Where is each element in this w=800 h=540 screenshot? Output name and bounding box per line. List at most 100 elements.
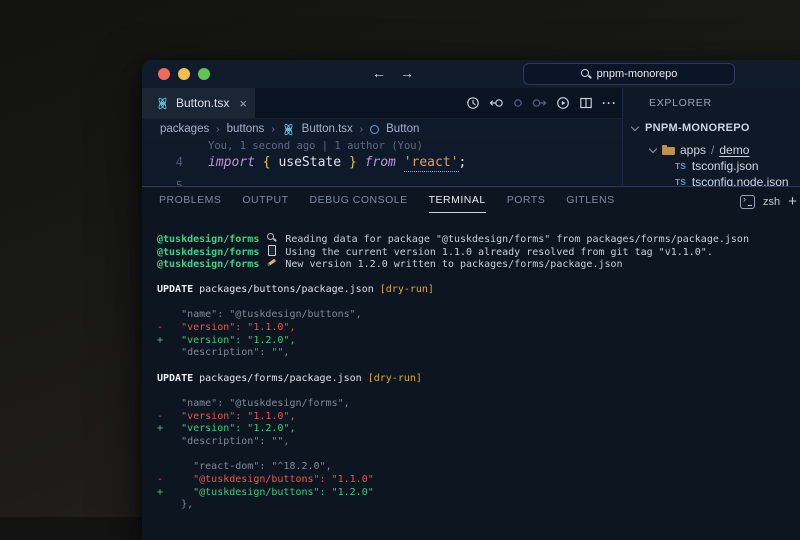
shell-label: zsh (763, 196, 780, 208)
symbol-class-icon (370, 125, 379, 134)
titlebar[interactable]: ← → pnpm-monorepo (142, 60, 800, 88)
panel-tab-terminal[interactable]: TERMINAL (429, 187, 486, 213)
text-segment: "react-dom": "^18.2.0", (157, 461, 332, 472)
breadcrumb-item-packages[interactable]: packages (160, 123, 209, 135)
traffic-lights (158, 68, 210, 80)
text-segment: @tuskdesign/forms (157, 247, 265, 258)
terminal-line (157, 385, 800, 398)
text-segment: { (263, 155, 271, 170)
terminal-line: + "version": "1.2.0", (157, 423, 800, 436)
text-segment: New version 1.2.0 written to packages/fo… (279, 259, 622, 270)
close-window-button[interactable] (158, 68, 170, 80)
forward-icon[interactable]: → (400, 65, 414, 81)
terminal-line: }, (157, 499, 800, 512)
terminal-line: - "version": "1.1.0", (157, 322, 800, 335)
terminal-line: @tuskdesign/forms New version 1.2.0 writ… (157, 258, 800, 271)
text-segment: from (365, 155, 396, 170)
text-segment: "name": "@tuskdesign/buttons", (157, 309, 362, 320)
run-circle-icon[interactable] (556, 96, 570, 110)
breadcrumb[interactable]: packages › buttons › Button.tsx › Button (142, 118, 622, 139)
terminal-line: "react-dom": "^18.2.0", (157, 461, 800, 474)
search-icon (581, 69, 591, 79)
editor-tab-bar: Button.tsx × ··· (142, 88, 622, 118)
close-tab-icon[interactable]: × (239, 96, 247, 111)
text-segment: ; (459, 155, 467, 170)
text-segment: "description": "", (157, 436, 289, 447)
text-segment: }, (157, 499, 193, 510)
text-segment: } (349, 155, 357, 170)
timeline-history-icon[interactable] (466, 96, 480, 110)
bottom-panel: PROBLEMS OUTPUT DEBUG CONSOLE TERMINAL PORTS… (142, 186, 800, 540)
code-line: 4 import { useState } from 'react'; (142, 152, 622, 172)
terminal-controls: zsh + (740, 193, 797, 210)
breadcrumb-item-button[interactable]: Button (386, 123, 419, 135)
explorer-title: EXPLORER (649, 97, 712, 109)
react-icon (282, 123, 295, 136)
panel-tab-gitlens[interactable]: GITLENS (566, 187, 614, 213)
tab-button-tsx[interactable]: Button.tsx × (142, 88, 256, 118)
text-segment: [dry-run] (368, 373, 422, 384)
text-segment: "name": "@tuskdesign/forms", (157, 398, 350, 409)
panel-tab-ports[interactable]: PORTS (507, 187, 545, 213)
pencil-icon (266, 258, 278, 268)
terminal-line (157, 296, 800, 309)
breadcrumb-separator: › (216, 124, 219, 135)
text-segment: import (208, 155, 255, 170)
react-icon (156, 97, 169, 110)
chevron-down-icon (631, 124, 639, 132)
explorer-file-tsconfig-json[interactable]: TS tsconfig.json (675, 158, 800, 174)
nav-forward-circle-icon[interactable] (532, 96, 547, 110)
text-segment: - "@tuskdesign/buttons": "1.1.0" (157, 474, 374, 485)
terminal-line (157, 449, 800, 462)
terminal-line: "description": "", (157, 347, 800, 360)
panel-tab-debug-console[interactable]: DEBUG CONSOLE (310, 187, 408, 213)
new-terminal-button[interactable]: + (788, 193, 797, 210)
text-segment (357, 155, 365, 170)
search-text: pnpm-monorepo (597, 68, 678, 80)
text-segment: - "version": "1.1.0", (157, 411, 295, 422)
typescript-file-icon: TS (675, 161, 686, 171)
panel-tab-bar: PROBLEMS OUTPUT DEBUG CONSOLE TERMINAL PORTS… (142, 187, 800, 213)
split-editor-icon[interactable] (579, 96, 593, 110)
nav-circle-icon[interactable] (513, 96, 523, 110)
breadcrumb-separator: › (271, 124, 274, 135)
panel-tab-problems[interactable]: PROBLEMS (159, 187, 221, 213)
terminal-line (157, 271, 800, 284)
breadcrumb-separator: › (360, 124, 363, 135)
command-center-search[interactable]: pnpm-monorepo (523, 63, 735, 85)
terminal-line: - "version": "1.1.0", (157, 411, 800, 424)
chevron-down-icon (649, 146, 657, 154)
more-actions-icon[interactable]: ··· (602, 96, 617, 110)
panel-tab-output[interactable]: OUTPUT (242, 187, 288, 213)
text-segment (255, 155, 263, 170)
text-segment: + "@tuskdesign/buttons": "1.2.0" (157, 487, 374, 498)
file-label: tsconfig.json (692, 159, 759, 173)
explorer-root-pnpm-monorepo[interactable]: PNPM-MONOREPO (631, 120, 750, 136)
text-segment: @tuskdesign/forms (157, 259, 265, 270)
document-icon (266, 246, 278, 256)
terminal-line: @tuskdesign/forms Reading data for packa… (157, 233, 800, 246)
magnifier-icon (266, 233, 278, 243)
nav-back-circle-icon[interactable] (489, 96, 504, 110)
breadcrumb-item-buttons[interactable]: buttons (227, 123, 265, 135)
back-icon[interactable]: ← (372, 65, 386, 81)
terminal-line: "description": "", (157, 436, 800, 449)
terminal-prompt-icon (740, 195, 755, 209)
zoom-window-button[interactable] (198, 68, 210, 80)
explorer-folder-apps-demo[interactable]: apps / demo (649, 142, 749, 158)
terminal-line: UPDATE packages/buttons/package.json [dr… (157, 284, 800, 297)
terminal-line: + "@tuskdesign/buttons": "1.2.0" (157, 487, 800, 500)
text-segment: [dry-run] (380, 284, 434, 295)
terminal-output[interactable]: @tuskdesign/forms Reading data for packa… (142, 213, 800, 512)
root-label: PNPM-MONOREPO (645, 122, 750, 134)
terminal-line: @tuskdesign/forms Using the current vers… (157, 246, 800, 259)
terminal-line: "name": "@tuskdesign/forms", (157, 398, 800, 411)
breadcrumb-item-button-tsx[interactable]: Button.tsx (302, 123, 353, 135)
text-segment: UPDATE (157, 373, 193, 384)
text-segment: useState (271, 155, 349, 170)
terminal-line: UPDATE packages/forms/package.json [dry-… (157, 373, 800, 386)
minimize-window-button[interactable] (178, 68, 190, 80)
terminal-line (157, 360, 800, 373)
editor-toolbar: ··· (466, 88, 622, 118)
text-segment: UPDATE (157, 284, 193, 295)
